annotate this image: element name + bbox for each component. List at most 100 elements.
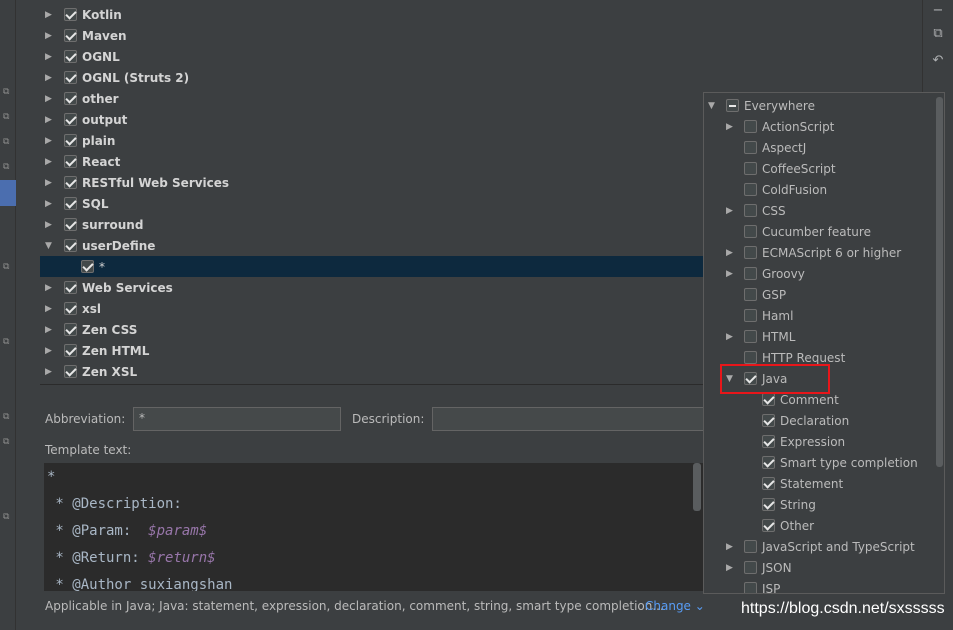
popup-scrollbar[interactable] (936, 97, 943, 467)
collapsed-arrow-icon[interactable]: ▶ (45, 73, 55, 83)
checkbox[interactable] (64, 134, 77, 147)
collapsed-arrow-icon[interactable]: ▶ (45, 136, 55, 146)
undo-icon[interactable]: ↶ (931, 54, 945, 68)
collapsed-arrow-icon[interactable]: ▶ (726, 269, 736, 279)
context-item[interactable]: Haml (704, 305, 936, 326)
collapsed-arrow-icon[interactable]: ▶ (45, 31, 55, 41)
collapsed-arrow-icon[interactable]: ▶ (726, 332, 736, 342)
template-text-editor[interactable]: * * @Description: * @Param: $param$ * @R… (44, 463, 704, 591)
collapsed-arrow-icon[interactable]: ▶ (726, 206, 736, 216)
context-item[interactable]: GSP (704, 284, 936, 305)
context-item[interactable]: ColdFusion (704, 179, 936, 200)
collapsed-arrow-icon[interactable]: ▶ (45, 346, 55, 356)
checkbox[interactable] (64, 197, 77, 210)
context-item[interactable]: ▶ Groovy (704, 263, 936, 284)
checkbox[interactable] (762, 456, 775, 469)
context-item[interactable]: ▶ ActionScript (704, 116, 936, 137)
collapsed-arrow-icon[interactable]: ▶ (726, 122, 736, 132)
checkbox[interactable] (64, 8, 77, 21)
checkbox[interactable] (744, 162, 757, 175)
checkbox[interactable] (744, 246, 757, 259)
checkbox[interactable] (81, 260, 94, 273)
context-item[interactable]: ▶ JSON (704, 557, 936, 578)
checkbox[interactable] (64, 302, 77, 315)
context-item[interactable]: Declaration (704, 410, 936, 431)
checkbox[interactable] (64, 239, 77, 252)
checkbox[interactable] (64, 92, 77, 105)
copy-icon[interactable]: ⧉ (3, 137, 13, 147)
copy-icon[interactable]: ⧉ (3, 512, 13, 522)
collapsed-arrow-icon[interactable]: ▶ (45, 94, 55, 104)
copy-icon[interactable]: ⧉ (3, 412, 13, 422)
collapsed-arrow-icon[interactable]: ▶ (45, 115, 55, 125)
context-item[interactable]: ▼ Everywhere (704, 95, 936, 116)
checkbox[interactable] (744, 225, 757, 238)
checkbox[interactable] (64, 71, 77, 84)
checkbox[interactable] (762, 414, 775, 427)
collapsed-arrow-icon[interactable]: ▶ (726, 563, 736, 573)
collapsed-arrow-icon[interactable]: ▶ (45, 325, 55, 335)
checkbox[interactable] (744, 267, 757, 280)
collapsed-arrow-icon[interactable]: ▶ (45, 367, 55, 377)
context-item[interactable]: Cucumber feature (704, 221, 936, 242)
context-item[interactable]: ▶ JavaScript and TypeScript (704, 536, 936, 557)
description-input[interactable] (432, 407, 712, 431)
checkbox[interactable] (744, 351, 757, 364)
checkbox[interactable] (64, 365, 77, 378)
editor-scrollbar[interactable] (693, 463, 701, 511)
collapsed-arrow-icon[interactable]: ▶ (45, 199, 55, 209)
context-popup[interactable]: ▼ Everywhere ▶ ActionScript AspectJ CoffeeScr… (703, 92, 945, 594)
checkbox[interactable] (64, 113, 77, 126)
expanded-arrow-icon[interactable]: ▼ (708, 101, 718, 111)
template-group-row[interactable]: ▶ OGNL (Struts 2) (40, 67, 920, 88)
checkbox[interactable] (762, 498, 775, 511)
checkbox[interactable] (64, 344, 77, 357)
checkbox[interactable] (64, 155, 77, 168)
checkbox[interactable] (64, 218, 77, 231)
collapsed-arrow-icon[interactable]: ▶ (45, 304, 55, 314)
context-item[interactable]: JSP (704, 578, 936, 593)
collapsed-arrow-icon[interactable]: ▶ (45, 10, 55, 20)
abbreviation-input[interactable]: * (133, 407, 341, 431)
copy-icon[interactable]: ⧉ (3, 162, 13, 172)
template-group-row[interactable]: ▶ OGNL (40, 46, 920, 67)
checkbox[interactable] (744, 540, 757, 553)
expanded-arrow-icon[interactable]: ▼ (45, 241, 55, 251)
context-item[interactable]: Statement (704, 473, 936, 494)
checkbox[interactable] (744, 582, 757, 593)
context-item[interactable]: Expression (704, 431, 936, 452)
checkbox[interactable] (762, 435, 775, 448)
copy-icon[interactable]: ⧉ (3, 262, 13, 272)
collapsed-arrow-icon[interactable]: ▶ (45, 178, 55, 188)
context-item[interactable]: Other (704, 515, 936, 536)
checkbox[interactable] (64, 323, 77, 336)
template-group-row[interactable]: ▶ Maven (40, 25, 920, 46)
copy-icon[interactable]: ⧉ (931, 27, 945, 41)
context-item[interactable]: ▶ CSS (704, 200, 936, 221)
checkbox[interactable] (744, 288, 757, 301)
copy-icon[interactable]: ⧉ (3, 437, 13, 447)
copy-icon[interactable]: ⧉ (3, 112, 13, 122)
context-item[interactable]: String (704, 494, 936, 515)
checkbox[interactable] (64, 29, 77, 42)
checkbox[interactable] (762, 519, 775, 532)
collapsed-arrow-icon[interactable]: ▶ (45, 283, 55, 293)
checkbox[interactable] (744, 183, 757, 196)
context-item[interactable]: CoffeeScript (704, 158, 936, 179)
context-item[interactable]: ▶ ECMAScript 6 or higher (704, 242, 936, 263)
checkbox[interactable] (744, 561, 757, 574)
collapsed-arrow-icon[interactable]: ▶ (45, 157, 55, 167)
template-group-row[interactable]: ▶ Kotlin (40, 4, 920, 25)
minus-icon[interactable]: − (931, 4, 945, 18)
change-context-link[interactable]: Change ⌄ (645, 599, 705, 613)
checkbox[interactable] (762, 477, 775, 490)
collapsed-arrow-icon[interactable]: ▶ (726, 248, 736, 258)
checkbox[interactable] (744, 141, 757, 154)
checkbox[interactable] (64, 281, 77, 294)
checkbox[interactable] (744, 204, 757, 217)
copy-icon[interactable]: ⧉ (3, 87, 13, 97)
context-item[interactable]: Smart type completion (704, 452, 936, 473)
collapsed-arrow-icon[interactable]: ▶ (45, 220, 55, 230)
checkbox[interactable] (744, 330, 757, 343)
context-item[interactable]: AspectJ (704, 137, 936, 158)
